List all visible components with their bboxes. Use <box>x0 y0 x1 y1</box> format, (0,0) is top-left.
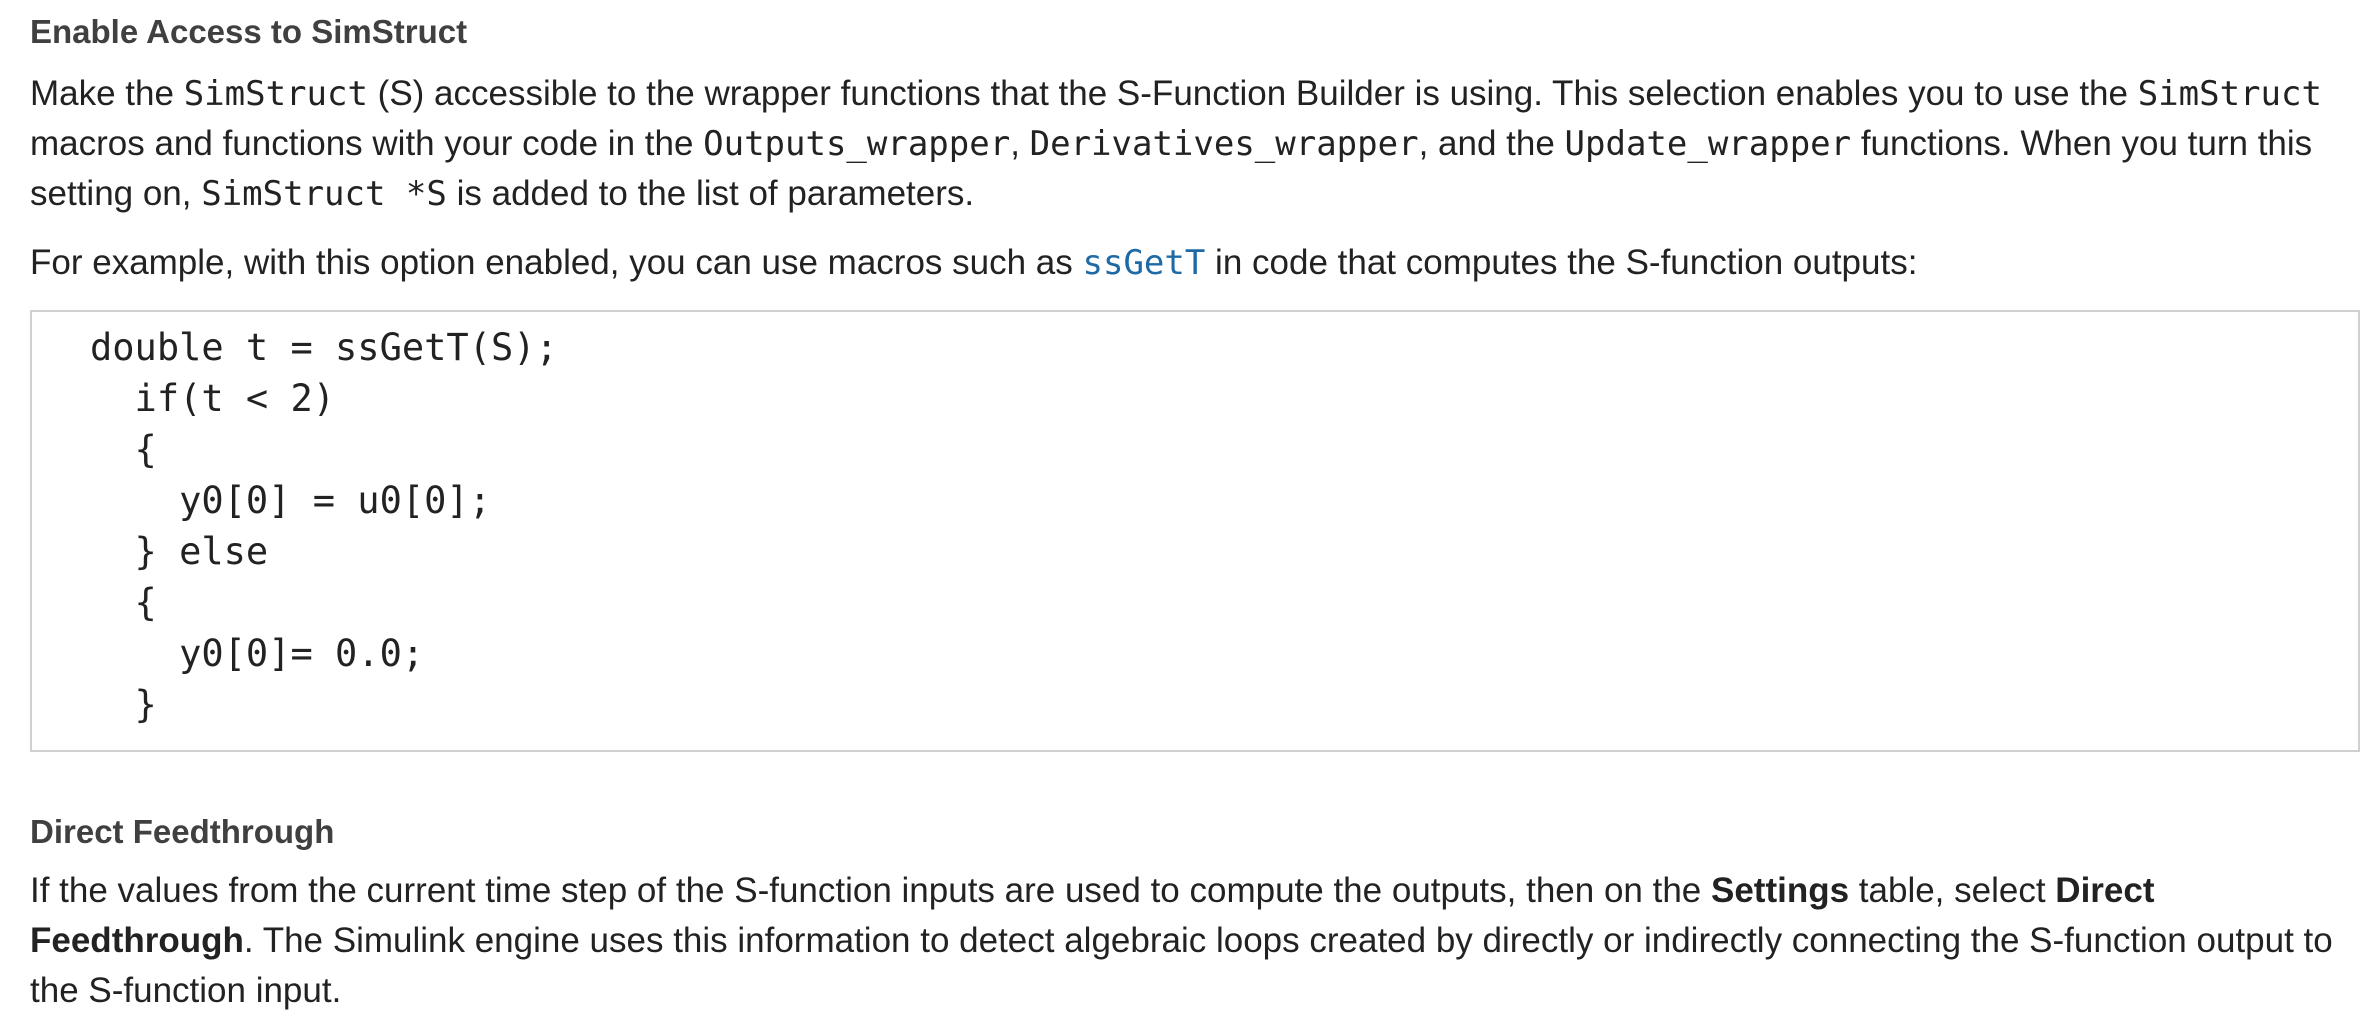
code-outputs-wrapper: Outputs_wrapper <box>703 124 1011 164</box>
section-heading-direct-feedthrough: Direct Feedthrough <box>30 813 335 850</box>
code-pre: double t = ssGetT(S); if(t < 2) { y0[0] … <box>90 322 558 730</box>
text-run: Make the <box>30 74 184 113</box>
code-line: double t = ssGetT(S); <box>90 326 558 369</box>
code-line: } <box>90 683 157 726</box>
code-derivatives-wrapper: Derivatives_wrapper <box>1029 124 1419 164</box>
code-simstruct: SimStruct <box>2137 74 2322 114</box>
code-line: if(t < 2) <box>90 377 336 420</box>
example-intro: For example, with this option enabled, y… <box>30 238 1917 288</box>
text-run: , <box>1010 124 1030 163</box>
text-run: table, select <box>1849 871 2056 910</box>
code-line: { <box>90 581 157 624</box>
code-update-wrapper: Update_wrapper <box>1564 124 1852 164</box>
text-run: in code that computes the S-function out… <box>1205 243 1918 282</box>
text-run: For example, with this option enabled, y… <box>30 243 1083 282</box>
text-run: macros and functions with your code in t… <box>30 124 704 163</box>
text-run: is added to the list of parameters. <box>446 174 975 213</box>
text-run: If the values from the current time step… <box>30 871 1711 910</box>
code-simstruct: SimStruct <box>183 74 368 114</box>
code-simstruct-s: SimStruct *S <box>201 174 447 214</box>
text-run: (S) accessible to the wrapper functions … <box>367 74 2138 113</box>
ssgett-link[interactable]: ssGetT <box>1083 243 1206 283</box>
code-line: } else <box>90 530 269 573</box>
text-run: . The Simulink engine uses this informat… <box>30 921 2333 1010</box>
code-example-block: double t = ssGetT(S); if(t < 2) { y0[0] … <box>30 310 2360 752</box>
text-run: , and the <box>1418 124 1565 163</box>
code-line: y0[0] = u0[0]; <box>90 479 491 522</box>
bold-settings: Settings <box>1710 871 1850 910</box>
direct-feedthrough-description: If the values from the current time step… <box>30 866 2362 1016</box>
simstruct-description: Make the SimStruct (S) accessible to the… <box>30 69 2362 219</box>
section-heading-simstruct: Enable Access to SimStruct <box>30 13 468 50</box>
code-line: y0[0]= 0.0; <box>90 632 425 675</box>
code-line: { <box>90 428 157 471</box>
